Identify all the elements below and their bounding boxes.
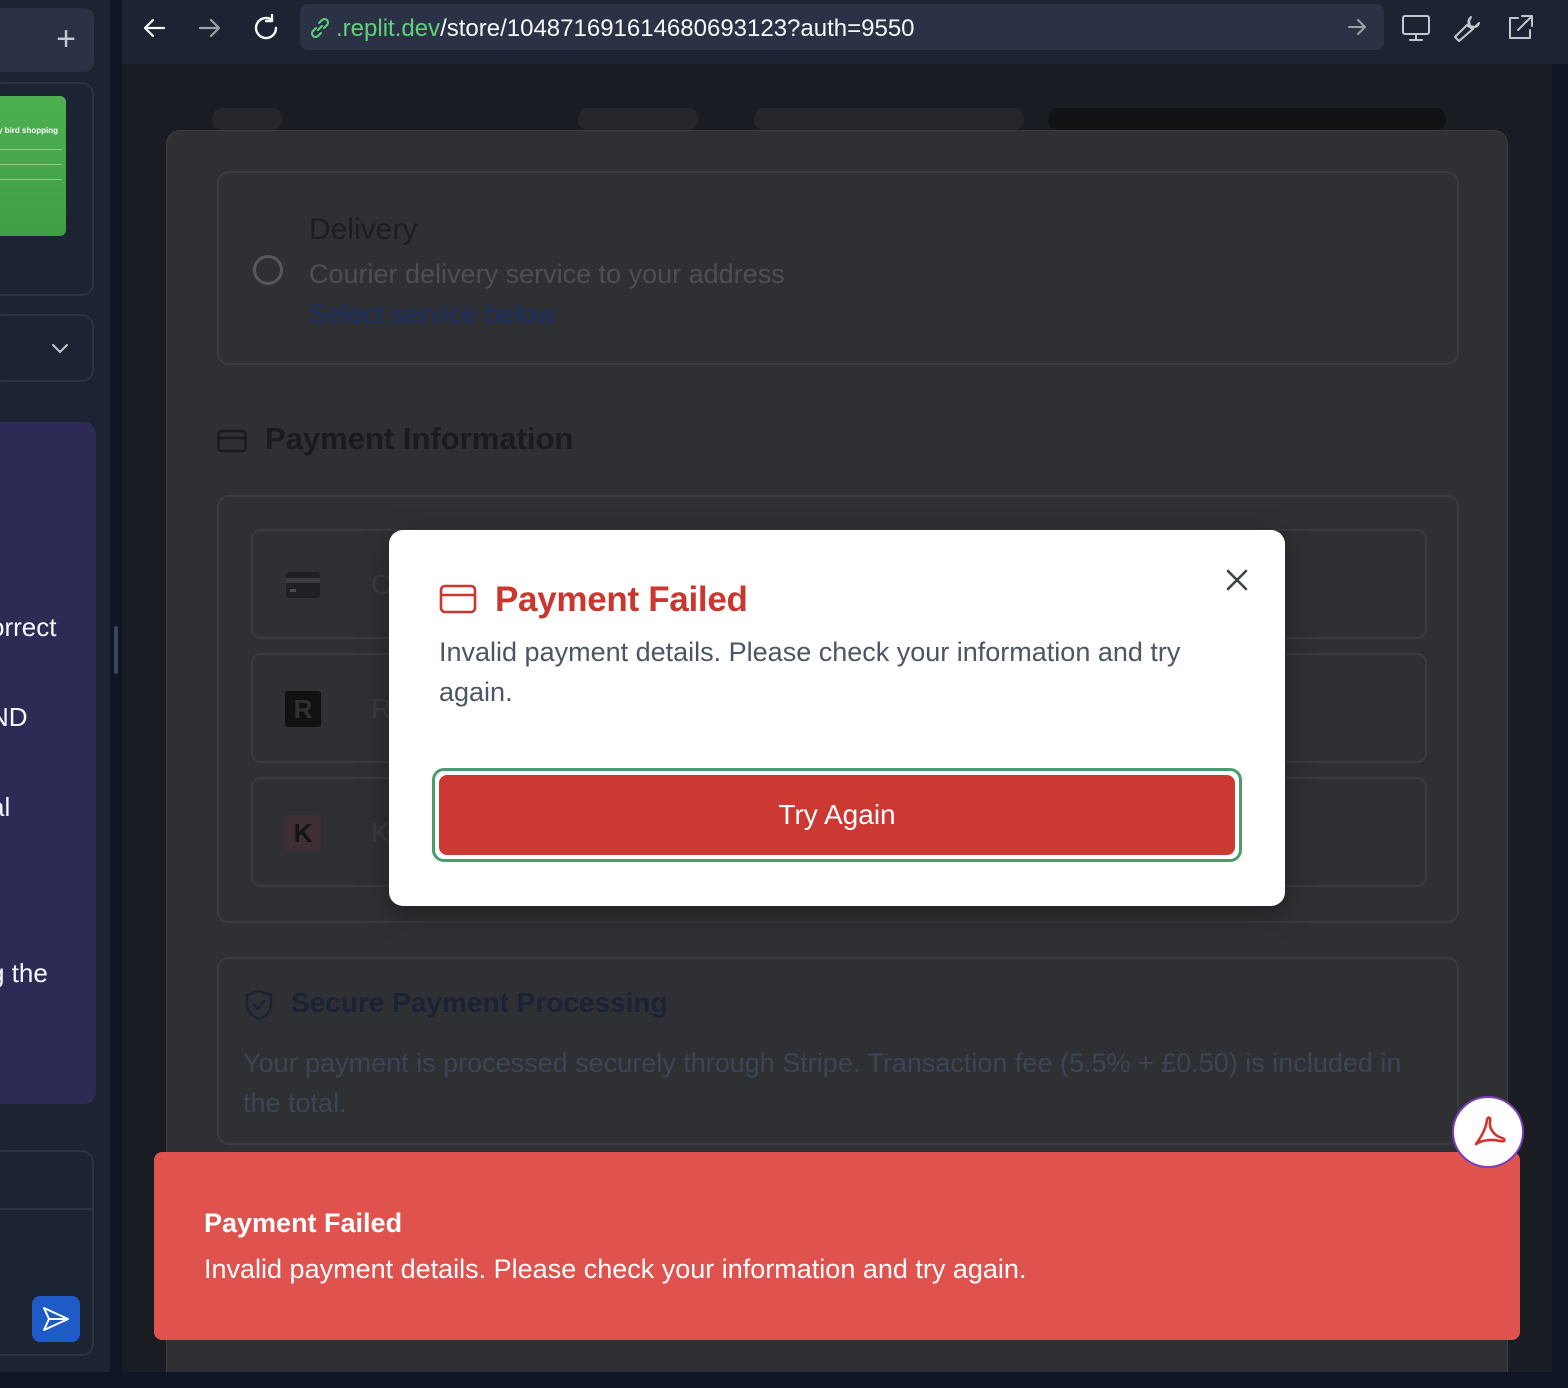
klarna-icon: K <box>285 815 321 851</box>
credit-card-icon <box>439 584 477 614</box>
dimmed-header <box>122 108 1552 130</box>
arrow-right-icon <box>198 18 221 38</box>
payment-heading: Payment Information <box>265 421 574 456</box>
secure-text: Your payment is processed securely throu… <box>243 1048 1402 1118</box>
wrench-icon <box>1454 16 1480 42</box>
panel-resize-handle[interactable] <box>114 626 118 674</box>
preview-thumbnail[interactable]: y bird shopping <box>0 96 66 236</box>
secure-payment-notice: Secure Payment Processing Your payment i… <box>217 957 1459 1145</box>
acrobat-icon <box>1474 1116 1506 1146</box>
toast-message: Invalid payment details. Please check yo… <box>204 1254 1027 1284</box>
pdf-extension-button[interactable] <box>1452 1096 1524 1168</box>
reload-icon <box>254 13 278 40</box>
devtools-button[interactable] <box>1450 10 1486 46</box>
back-button[interactable] <box>134 10 174 46</box>
chat-fragment: al <box>0 792 11 822</box>
devices-button[interactable] <box>1398 10 1434 46</box>
open-new-tab-button[interactable] <box>1502 10 1538 46</box>
window-edge <box>1552 64 1568 1388</box>
browser-toolbar: .replit.dev/store/10487169161468069312​3… <box>122 0 1568 64</box>
payment-method-label: K <box>371 817 390 848</box>
url-domain: .replit.dev <box>336 15 441 42</box>
forward-button[interactable] <box>190 10 230 46</box>
chat-fragment: g the <box>0 958 48 988</box>
try-again-focus-ring: Try Again <box>432 768 1242 862</box>
thumbnail-title: y bird shopping <box>0 126 58 135</box>
credit-card-icon <box>217 429 247 453</box>
shield-check-icon <box>245 989 273 1021</box>
chat-fragment: orrect <box>0 612 57 642</box>
arrow-left-icon <box>143 18 166 38</box>
revolut-icon: R <box>285 691 321 727</box>
url-path: /store/10487169161468069312​3?auth=9550 <box>440 15 915 42</box>
try-again-button[interactable]: Try Again <box>439 775 1235 855</box>
url-bar[interactable]: .replit.dev/store/10487169161468069312​3… <box>300 4 1384 50</box>
replit-sidebar: + y bird shopping orrect ND al t g the <box>0 0 110 1372</box>
delivery-subtitle: Courier delivery service to your address <box>309 259 785 289</box>
chevron-down-icon <box>52 344 68 354</box>
error-toast[interactable]: Payment Failed Invalid payment details. … <box>154 1152 1520 1340</box>
delivery-option[interactable]: Delivery Courier delivery service to you… <box>217 171 1459 365</box>
link-icon <box>310 17 330 39</box>
sidebar-header: + <box>0 8 94 72</box>
payment-failed-dialog: Payment Failed Invalid payment details. … <box>389 530 1285 906</box>
chat-fragment: ND <box>0 702 28 732</box>
send-button[interactable] <box>32 1296 80 1342</box>
dialog-title: Payment Failed <box>495 580 748 619</box>
delivery-title: Delivery <box>309 213 418 246</box>
go-arrow-icon[interactable] <box>1346 16 1368 38</box>
window-edge <box>0 1372 1568 1388</box>
toast-title: Payment Failed <box>204 1208 403 1238</box>
url-text: .replit.dev/store/10487169161468069312​3… <box>336 15 915 43</box>
delivery-radio[interactable] <box>253 255 283 285</box>
sidebar-dropdown[interactable] <box>0 314 94 382</box>
monitor-icon <box>1402 15 1430 41</box>
card-icon <box>285 567 321 603</box>
dialog-message: Invalid payment details. Please check yo… <box>439 637 1181 707</box>
chat-message: orrect ND al t g the <box>0 422 96 1104</box>
send-icon <box>43 1307 69 1331</box>
close-icon[interactable] <box>1223 566 1251 594</box>
reload-button[interactable] <box>246 10 286 46</box>
external-link-icon <box>1509 15 1533 39</box>
secure-title: Secure Payment Processing <box>291 987 668 1018</box>
plus-icon[interactable]: + <box>56 22 76 56</box>
select-service-link[interactable]: Select service below <box>309 299 555 330</box>
